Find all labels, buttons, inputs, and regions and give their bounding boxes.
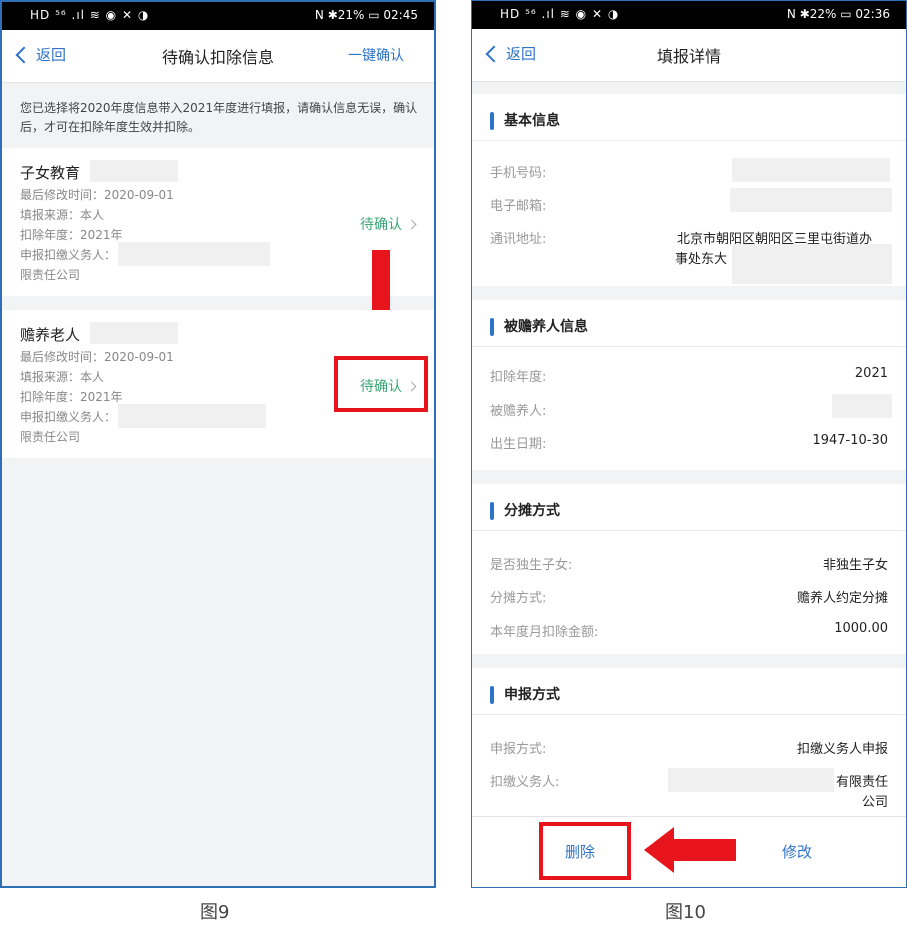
redacted-mask [732,158,890,182]
figure-caption: 图9 [200,902,230,923]
address-line: 事处东大 [675,252,728,267]
row-label: 扣除年度: [490,370,547,385]
figure-caption: 图10 [665,902,706,923]
status-icons-left: HD ⁵⁶ .ıl ≋ ◉ ✕ ◑ [30,8,150,22]
section-title: 被赡养人信息 [504,319,588,335]
row-label: 是否独生子女: [490,558,573,573]
section-header: 被赡养人信息 [472,300,906,347]
row-label: 申报方式: [490,742,547,757]
row-value: 扣缴义务人申报 [796,742,888,757]
arrow-left-icon [644,827,736,873]
nav-bar: 返回 填报详情 [472,29,906,82]
row-label: 扣缴义务人: [490,775,560,790]
status-icons-right: N ✱22% ▭ 02:36 [786,7,890,21]
chevron-right-icon [406,219,417,229]
section-marker [490,112,494,130]
section-header: 申报方式 [472,668,906,715]
row-label: 手机号码: [490,166,547,181]
row-label: 电子邮箱: [490,199,547,214]
detail-scroll-area[interactable]: 基本信息 手机号码: 电子邮箱: 通讯地址: 北京市朝阳区朝阳区三里屯街道办 事… [472,82,906,828]
row-value: 1947-10-30 [812,433,888,448]
edit-button[interactable]: 修改 [782,841,812,862]
row-value: 赡养人约定分摊 [796,591,888,606]
section-marker [490,502,494,520]
item-title: 赡养老人 [20,326,81,344]
section-title: 基本信息 [504,113,560,129]
pending-confirm-link[interactable]: 待确认 [360,214,417,234]
section-header: 分摊方式 [472,484,906,531]
row-label: 分摊方式: [490,591,547,606]
redacted-mask [118,404,266,428]
status-icons-right: N ✱21% ▭ 02:45 [314,8,418,22]
page-title: 填报详情 [656,47,721,66]
highlight-box [539,822,631,880]
section-report-method: 申报方式 申报方式: 扣缴义务人申报 扣缴义务人: 有限责任 公司 [472,668,906,828]
item-year: 扣除年度：2021年 [20,390,123,404]
row-label: 本年度月扣除金额: [490,625,599,640]
row-label: 被赡养人: [490,404,547,419]
redacted-mask [832,394,892,418]
section-header: 基本信息 [472,94,906,141]
section-marker [490,318,494,336]
item-modified: 最后修改时间：2020-09-01 [20,188,174,202]
right-screen: HD ⁵⁶ .ıl ≋ ◉ ✕ ◑ N ✱22% ▭ 02:36 返回 填报详情… [471,0,907,888]
item-agent-label: 申报扣缴义务人： [20,248,117,262]
item-source: 填报来源：本人 [20,370,105,384]
redacted-mask [730,188,892,212]
row-value: 非独生子女 [822,558,888,573]
confirm-all-button[interactable]: 一键确认 [348,45,404,65]
row-value: 有限责任 [835,775,888,790]
row-value: 公司 [861,795,888,810]
item-title: 子女教育 [20,164,81,182]
row-label: 通讯地址: [490,232,547,247]
notice-line: 后，才可在扣除年度生效并扣除。 [20,120,201,134]
item-agent-label: 申报扣缴义务人： [20,410,117,424]
status-icons-left: HD ⁵⁶ .ıl ≋ ◉ ✕ ◑ [500,7,620,21]
notice-line: 您已选择将2020年度信息带入2021年度进行填报，请确认信息无误，确认 [20,101,418,115]
pending-label: 待确认 [360,217,402,233]
redacted-mask [732,244,892,284]
left-screen: HD ⁵⁶ .ıl ≋ ◉ ✕ ◑ N ✱21% ▭ 02:45 返回 待确认扣… [0,0,436,888]
notice-text: 您已选择将2020年度信息带入2021年度进行填报，请确认信息无误，确认 后，才… [2,83,434,147]
redacted-mask [118,242,270,266]
row-value: 2021 [854,366,888,381]
section-title: 申报方式 [504,687,560,703]
redacted-mask [90,322,178,344]
section-basic-info: 基本信息 手机号码: 电子邮箱: 通讯地址: 北京市朝阳区朝阳区三里屯街道办 事… [472,94,906,286]
item-agent-suffix: 限责任公司 [20,268,81,282]
item-modified: 最后修改时间：2020-09-01 [20,350,174,364]
nav-bar: 返回 待确认扣除信息 一键确认 [2,30,434,83]
section-title: 分摊方式 [504,503,560,519]
redacted-mask [668,768,834,792]
section-dependent-info: 被赡养人信息 扣除年度: 2021 被赡养人: 出生日期: 1947-10-30 [472,300,906,470]
highlight-box [334,356,428,412]
status-bar: HD ⁵⁶ .ıl ≋ ◉ ✕ ◑ N ✱22% ▭ 02:36 [472,1,906,29]
item-year: 扣除年度：2021年 [20,228,123,242]
item-agent-suffix: 限责任公司 [20,430,81,444]
item-source: 填报来源：本人 [20,208,105,222]
section-split-method: 分摊方式 是否独生子女: 非独生子女 分摊方式: 赡养人约定分摊 本年度月扣除金… [472,484,906,654]
section-marker [490,686,494,704]
status-bar: HD ⁵⁶ .ıl ≋ ◉ ✕ ◑ N ✱21% ▭ 02:45 [2,2,434,30]
row-label: 出生日期: [490,437,547,452]
row-value: 1000.00 [834,621,888,636]
redacted-mask [90,160,178,182]
